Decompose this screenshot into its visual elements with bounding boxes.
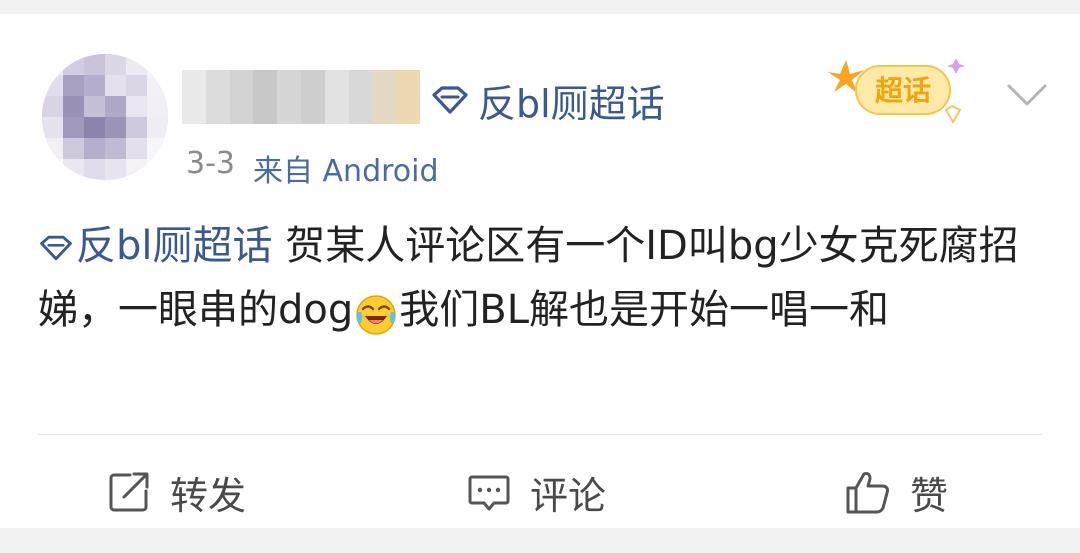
weibo-post-card: 反bl厕超话 3-3 来自 Android 超话 反bl厕超话 贺某人评论区有一… bbox=[0, 14, 1080, 528]
divider bbox=[38, 434, 1042, 435]
content-topic-link[interactable]: 反bl厕超话 bbox=[38, 223, 273, 269]
repost-label: 转发 bbox=[170, 473, 247, 518]
super-topic-badge[interactable]: 超话 bbox=[826, 52, 976, 132]
emoji-laugh-icon bbox=[355, 291, 397, 335]
like-label: 赞 bbox=[910, 473, 949, 518]
post-content: 反bl厕超话 贺某人评论区有一个ID叫bg少女克死腐招娣，一眼串的dog 我们B… bbox=[38, 214, 1048, 342]
avatar[interactable] bbox=[42, 54, 168, 180]
badge-label: 超话 bbox=[875, 74, 931, 107]
content-topic-label: 反bl厕超话 bbox=[76, 223, 273, 269]
post-meta: 3-3 来自 Android bbox=[186, 146, 439, 190]
diamond-icon bbox=[38, 234, 74, 262]
repost-button[interactable]: 转发 bbox=[106, 454, 246, 530]
share-icon bbox=[106, 469, 152, 515]
content-text-part2: 我们BL解也是开始一唱一和 bbox=[399, 287, 889, 333]
comment-label: 评论 bbox=[530, 473, 607, 518]
username-pixelated[interactable] bbox=[182, 70, 420, 124]
diamond-icon bbox=[430, 85, 470, 115]
super-topic-label: 反bl厕超话 bbox=[478, 81, 665, 126]
like-button[interactable]: 赞 bbox=[844, 454, 948, 530]
super-topic-link[interactable]: 反bl厕超话 bbox=[430, 72, 665, 128]
post-date: 3-3 bbox=[186, 146, 235, 181]
comment-button[interactable]: 评论 bbox=[466, 454, 606, 530]
thumbs-up-icon bbox=[844, 468, 892, 516]
action-bar: 转发 评论 赞 bbox=[0, 454, 1080, 530]
chevron-down-icon[interactable] bbox=[1004, 80, 1050, 110]
post-source: 来自 Android bbox=[253, 154, 439, 189]
avatar-pixelation bbox=[42, 54, 168, 180]
comment-icon bbox=[466, 469, 512, 515]
